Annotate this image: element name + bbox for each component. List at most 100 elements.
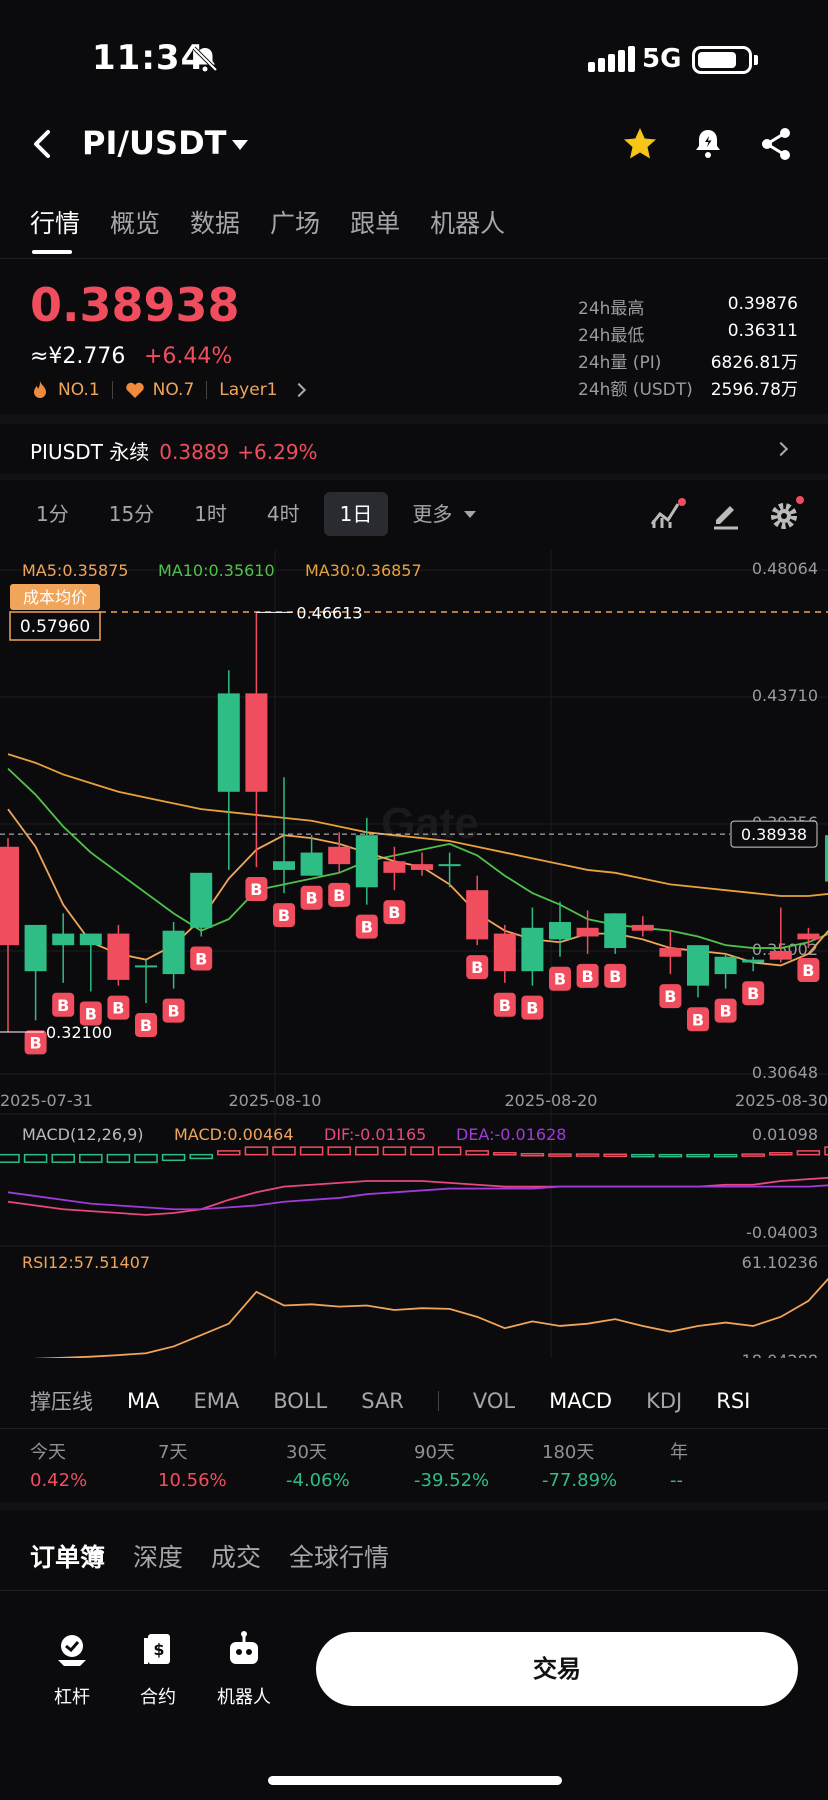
interval-more[interactable]: 更多 bbox=[396, 492, 456, 536]
candle-body bbox=[493, 933, 516, 972]
candle-body bbox=[24, 924, 47, 972]
nav-robot[interactable]: 机器人 bbox=[202, 1630, 286, 1709]
tab-orderbook[interactable]: 订单簿 bbox=[30, 1538, 105, 1574]
nav-contract[interactable]: $ 合约 bbox=[116, 1630, 200, 1709]
pair-title[interactable]: PI/USDT bbox=[82, 124, 226, 162]
tab-copytrade[interactable]: 跟单 bbox=[350, 204, 400, 240]
buy-marker-label: B bbox=[719, 1002, 731, 1021]
nav-label: 机器人 bbox=[217, 1687, 271, 1708]
macd-bar bbox=[355, 1146, 379, 1156]
perf-180d: 180天 -77.89% bbox=[542, 1438, 670, 1491]
fire-icon bbox=[34, 381, 46, 398]
perp-chevron-icon[interactable] bbox=[773, 441, 789, 457]
tab-depth[interactable]: 深度 bbox=[133, 1538, 183, 1574]
candle-body bbox=[79, 933, 102, 946]
star-icon[interactable] bbox=[620, 124, 660, 164]
ind-rsi[interactable]: RSI bbox=[716, 1389, 750, 1413]
perp-label: PIUSDT 永续 bbox=[30, 440, 150, 464]
x-tick-label: 2025-08-20 bbox=[505, 1091, 598, 1110]
tab-square[interactable]: 广场 bbox=[270, 204, 320, 240]
buy-marker-label: B bbox=[388, 903, 400, 922]
perp-row[interactable]: PIUSDT 永续 0.3889 +6.29% bbox=[30, 436, 318, 465]
kline-chart[interactable]: Gate MA5:0.35875 MA10:0.35610 MA30:0.36857 0… bbox=[0, 548, 828, 1358]
buy-marker-label: B bbox=[278, 906, 290, 925]
candle-body bbox=[328, 846, 351, 865]
trade-button[interactable]: 交易 bbox=[316, 1632, 798, 1706]
macd-bar bbox=[437, 1146, 462, 1156]
buy-marker-label: B bbox=[57, 996, 69, 1015]
macd-ymin: -0.04003 bbox=[746, 1223, 818, 1242]
macd-bar bbox=[79, 1153, 103, 1163]
ind-sar[interactable]: SAR bbox=[361, 1389, 404, 1413]
candle-body bbox=[466, 890, 489, 940]
home-indicator bbox=[268, 1776, 562, 1785]
nav-leverage[interactable]: 杠杆 bbox=[30, 1630, 114, 1709]
price-alert-bell-icon[interactable] bbox=[688, 124, 728, 164]
tab-trades[interactable]: 成交 bbox=[211, 1538, 261, 1574]
interval-1h[interactable]: 1时 bbox=[178, 492, 243, 536]
tab-bot[interactable]: 机器人 bbox=[430, 204, 505, 240]
tab-market[interactable]: 行情 bbox=[30, 204, 80, 240]
pair-dropdown-caret-icon[interactable] bbox=[232, 140, 248, 150]
candle-body bbox=[355, 835, 378, 888]
perf-label: 年 bbox=[670, 1442, 688, 1463]
rsi-ymax: 61.10236 bbox=[742, 1253, 818, 1272]
macd-bar bbox=[603, 1153, 627, 1158]
category-badge[interactable]: Layer1 bbox=[219, 380, 277, 400]
dif-line bbox=[7, 1176, 828, 1216]
ind-macd[interactable]: MACD bbox=[549, 1389, 612, 1413]
interval-1d[interactable]: 1日 bbox=[323, 492, 389, 536]
settings-gear-icon[interactable] bbox=[766, 494, 806, 534]
buy-marker-label: B bbox=[581, 967, 593, 986]
ind-vol[interactable]: VOL bbox=[473, 1389, 515, 1413]
macd-bar bbox=[493, 1152, 517, 1156]
badges: NO.1 NO.7 Layer1 bbox=[30, 380, 306, 400]
back-arrow-icon[interactable] bbox=[26, 124, 60, 164]
indicator-icon[interactable] bbox=[648, 496, 688, 532]
x-tick-label: 2025-08-10 bbox=[229, 1091, 322, 1110]
ind-boll[interactable]: BOLL bbox=[273, 1389, 327, 1413]
popularity-badge[interactable]: NO.7 bbox=[153, 380, 195, 400]
indicator-tabs: 撑压线 MA EMA BOLL SAR VOL MACD KDJ RSI bbox=[30, 1386, 784, 1416]
perp-change: +6.29% bbox=[237, 440, 318, 464]
macd-title: MACD(12,26,9) bbox=[22, 1125, 144, 1144]
candle-body bbox=[162, 930, 185, 975]
ind-ema[interactable]: EMA bbox=[193, 1389, 239, 1413]
ind-kdj[interactable]: KDJ bbox=[646, 1389, 682, 1413]
stat-row: 24h最低 0.36311 bbox=[578, 321, 798, 348]
signal-icon bbox=[588, 46, 638, 72]
candle-body bbox=[190, 872, 213, 928]
macd-bar bbox=[686, 1153, 710, 1158]
buy-marker-label: B bbox=[305, 889, 317, 908]
stat-value: 6826.81万 bbox=[710, 353, 798, 373]
macd-bar bbox=[217, 1150, 241, 1156]
macd-legend: MACD:0.00464 bbox=[174, 1125, 294, 1144]
buy-marker-label: B bbox=[333, 886, 345, 905]
macd-bar bbox=[548, 1153, 572, 1157]
macd-legend: DEA:-0.01628 bbox=[456, 1125, 566, 1144]
more-caret-icon[interactable] bbox=[464, 510, 477, 518]
ind-ma[interactable]: MA bbox=[127, 1389, 159, 1413]
share-icon[interactable] bbox=[756, 124, 796, 164]
candle-body bbox=[687, 945, 709, 986]
buy-marker-label: B bbox=[664, 987, 676, 1006]
macd-bar bbox=[189, 1153, 213, 1160]
macd-bar bbox=[0, 1153, 20, 1163]
interval-15m[interactable]: 15分 bbox=[93, 492, 170, 536]
tab-global-market[interactable]: 全球行情 bbox=[289, 1538, 389, 1574]
rank-badge[interactable]: NO.1 bbox=[58, 380, 100, 400]
interval-4h[interactable]: 4时 bbox=[251, 492, 316, 536]
chevron-right-icon[interactable] bbox=[291, 382, 306, 398]
draw-pen-icon[interactable] bbox=[708, 496, 744, 532]
buy-marker-label: B bbox=[692, 1010, 704, 1029]
stat-value: 0.36311 bbox=[727, 321, 798, 341]
interval-1m[interactable]: 1分 bbox=[20, 492, 85, 536]
tab-data[interactable]: 数据 bbox=[190, 204, 240, 240]
interval-selector: 1分 15分 1时 4时 1日 更多 bbox=[20, 492, 477, 536]
ind-support-resistance[interactable]: 撑压线 bbox=[30, 1386, 93, 1416]
perf-label: 30天 bbox=[286, 1442, 327, 1463]
buy-marker-label: B bbox=[85, 1004, 97, 1023]
heart-icon bbox=[125, 382, 144, 398]
ma-legend: MA30:0.36857 bbox=[305, 561, 422, 580]
tab-overview[interactable]: 概览 bbox=[110, 204, 160, 240]
